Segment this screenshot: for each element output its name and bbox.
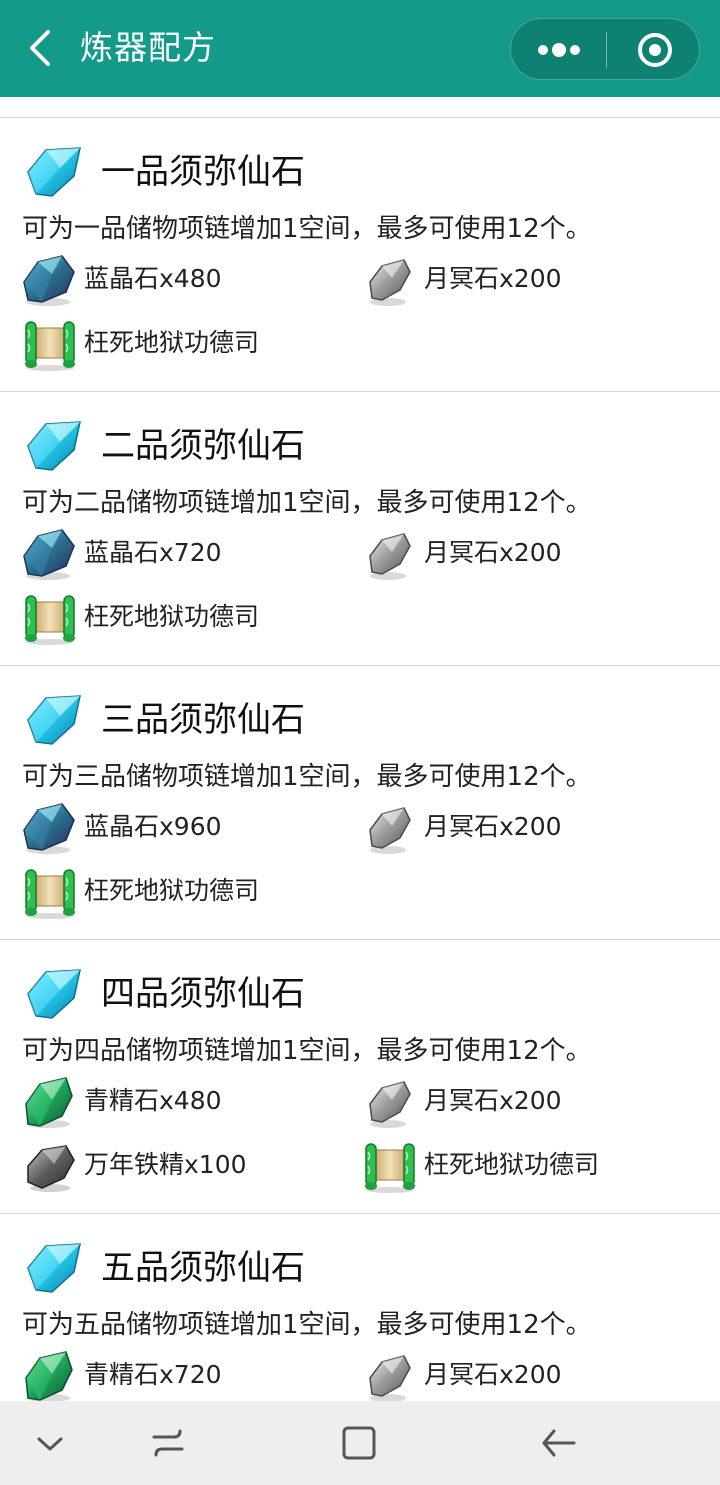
recipe-description: 可为五品储物项链增加1空间，最多可使用12个。 bbox=[22, 1310, 592, 1340]
material-label: 蓝晶石x720 bbox=[84, 538, 222, 567]
scroll-icon bbox=[362, 1138, 418, 1194]
material-label: 月冥石x200 bbox=[424, 1086, 562, 1115]
material-label: 青精石x720 bbox=[84, 1360, 222, 1389]
material-label: 枉死地狱功德司 bbox=[84, 328, 260, 357]
chevron-down-icon bbox=[37, 1437, 63, 1451]
recipe-description: 可为四品储物项链增加1空间，最多可使用12个。 bbox=[22, 1036, 592, 1066]
grey-stone-icon bbox=[362, 800, 418, 856]
material-label: 月冥石x200 bbox=[424, 1360, 562, 1389]
previous-card-edge bbox=[0, 97, 720, 118]
chevron-left-icon bbox=[30, 30, 50, 66]
home-button[interactable] bbox=[329, 1413, 389, 1473]
blue-crystal-icon bbox=[22, 252, 78, 308]
iron-ore-icon bbox=[22, 1138, 78, 1194]
system-navigation-bar bbox=[0, 1401, 720, 1485]
material-label: 蓝晶石x960 bbox=[84, 812, 222, 841]
home-square-icon bbox=[342, 1426, 376, 1460]
recipe-card-2[interactable]: 二品须弥仙石 可为二品储物项链增加1空间，最多可使用12个。 蓝晶石x720 月… bbox=[0, 392, 720, 666]
material-label: 枉死地狱功德司 bbox=[84, 876, 260, 905]
recipe-card-5[interactable]: 五品须弥仙石 可为五品储物项链增加1空间，最多可使用12个。 青精石x720 月… bbox=[0, 1214, 720, 1401]
cyan-crystal-icon bbox=[24, 142, 84, 202]
material-label: 青精石x480 bbox=[84, 1086, 222, 1115]
top-bar: 炼器配方 bbox=[0, 0, 720, 97]
scroll-icon bbox=[22, 864, 78, 920]
material-label: 月冥石x200 bbox=[424, 538, 562, 567]
material-label: 枉死地狱功德司 bbox=[84, 602, 260, 631]
material-label: 月冥石x200 bbox=[424, 264, 562, 293]
back-button[interactable] bbox=[22, 28, 62, 68]
recipe-description: 可为一品储物项链增加1空间，最多可使用12个。 bbox=[22, 214, 592, 244]
recipe-title: 一品须弥仙石 bbox=[101, 152, 305, 192]
blue-crystal-icon bbox=[22, 800, 78, 856]
material-label: 蓝晶石x480 bbox=[84, 264, 222, 293]
recipe-description: 可为三品储物项链增加1空间，最多可使用12个。 bbox=[22, 762, 592, 792]
capsule-divider bbox=[606, 32, 607, 68]
green-crystal-icon bbox=[22, 1348, 78, 1401]
scroll-icon bbox=[22, 316, 78, 372]
grey-stone-icon bbox=[362, 1074, 418, 1130]
page-title: 炼器配方 bbox=[80, 28, 216, 67]
cyan-crystal-icon bbox=[24, 416, 84, 476]
system-back-button[interactable] bbox=[528, 1413, 588, 1473]
grey-stone-icon bbox=[362, 252, 418, 308]
scroll-icon bbox=[22, 590, 78, 646]
cyan-crystal-icon bbox=[24, 1238, 84, 1298]
close-miniprogram-button[interactable] bbox=[617, 19, 689, 81]
recent-apps-icon bbox=[152, 1429, 184, 1457]
recipe-card-4[interactable]: 四品须弥仙石 可为四品储物项链增加1空间，最多可使用12个。 青精石x480 月… bbox=[0, 940, 720, 1214]
recipe-card-1[interactable]: 一品须弥仙石 可为一品储物项链增加1空间，最多可使用12个。 蓝晶石x480 月… bbox=[0, 118, 720, 392]
recipe-title: 二品须弥仙石 bbox=[101, 426, 305, 466]
back-arrow-icon bbox=[542, 1429, 576, 1457]
grey-stone-icon bbox=[362, 1348, 418, 1401]
cyan-crystal-icon bbox=[24, 690, 84, 750]
material-label: 枉死地狱功德司 bbox=[424, 1150, 600, 1179]
hide-navbar-button[interactable] bbox=[20, 1413, 80, 1473]
material-label: 万年铁精x100 bbox=[84, 1150, 247, 1179]
material-label: 月冥石x200 bbox=[424, 812, 562, 841]
recipe-title: 三品须弥仙石 bbox=[101, 700, 305, 740]
target-icon bbox=[638, 33, 672, 67]
recipe-description: 可为二品储物项链增加1空间，最多可使用12个。 bbox=[22, 488, 592, 518]
green-crystal-icon bbox=[22, 1074, 78, 1130]
cyan-crystal-icon bbox=[24, 964, 84, 1024]
recent-apps-button[interactable] bbox=[138, 1413, 198, 1473]
recipe-title: 四品须弥仙石 bbox=[101, 974, 305, 1014]
recipe-card-3[interactable]: 三品须弥仙石 可为三品储物项链增加1空间，最多可使用12个。 蓝晶石x960 月… bbox=[0, 666, 720, 940]
grey-stone-icon bbox=[362, 526, 418, 582]
more-dots-icon bbox=[538, 43, 580, 57]
blue-crystal-icon bbox=[22, 526, 78, 582]
recipe-list: 一品须弥仙石 可为一品储物项链增加1空间，最多可使用12个。 蓝晶石x480 月… bbox=[0, 97, 720, 1401]
mini-program-capsule bbox=[510, 18, 700, 80]
more-button[interactable] bbox=[525, 19, 597, 81]
recipe-title: 五品须弥仙石 bbox=[101, 1248, 305, 1288]
